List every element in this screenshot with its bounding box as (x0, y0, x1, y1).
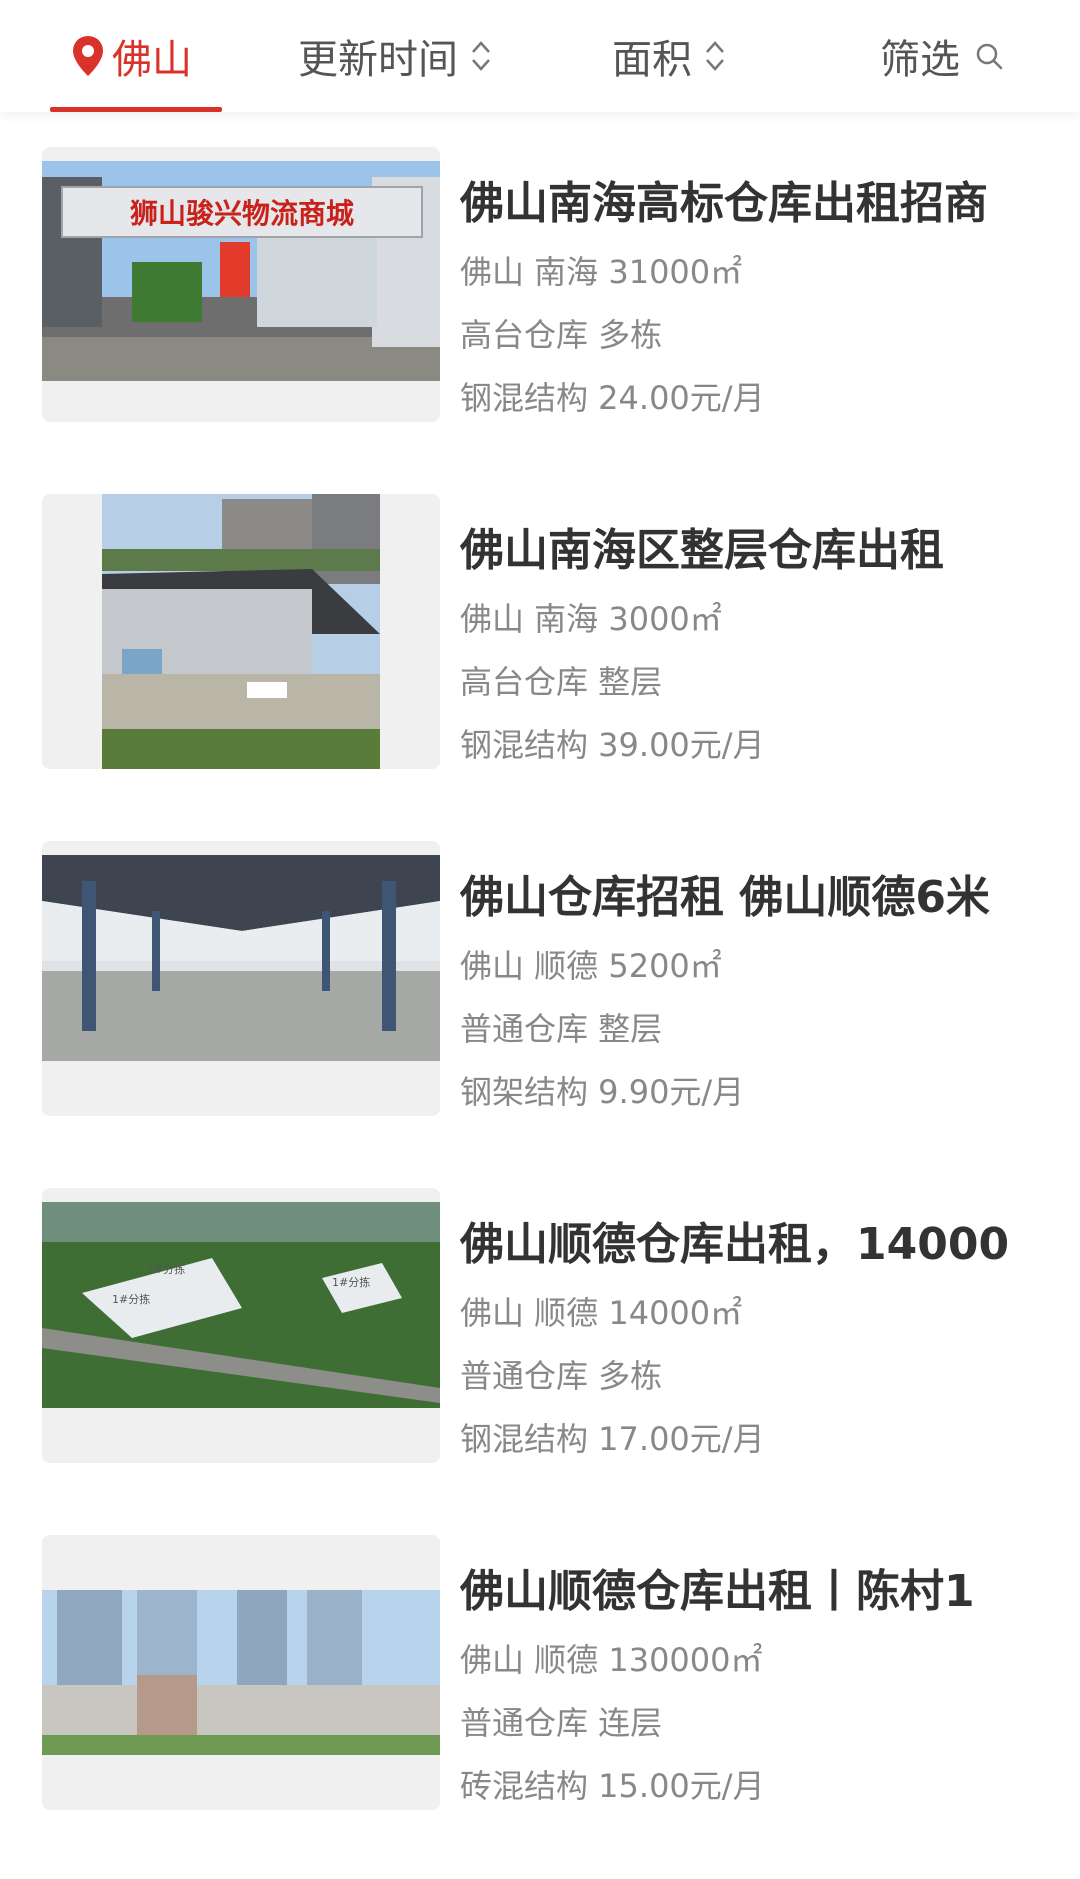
listing-card[interactable]: 佛山仓库招租 佛山顺德6米 佛山 顺德 5200㎡ 普通仓库 整层 钢架结构 9… (0, 841, 1080, 1121)
filter-bar: 佛山 更新时间 面积 筛选 (0, 0, 1080, 112)
listing-type: 普通仓库 多栋 (460, 1357, 663, 1395)
listing-location: 佛山 南海 3000㎡ (460, 600, 722, 638)
sort-updated-label: 更新时间 (298, 37, 458, 83)
listing-price: 钢混结构 39.00元/月 (460, 726, 765, 764)
listing-photo[interactable] (42, 494, 440, 769)
sort-area-label: 面积 (612, 37, 692, 83)
sort-chevrons-icon (472, 41, 490, 71)
listing-location: 佛山 南海 31000㎡ (460, 253, 743, 291)
building-label: 2#分拣 (147, 1262, 185, 1276)
listing-type: 高台仓库 多栋 (460, 316, 663, 354)
city-label: 佛山 (112, 37, 192, 83)
location-pin-icon (73, 36, 103, 76)
listing-type: 普通仓库 整层 (460, 1010, 663, 1048)
listing-card[interactable]: 1#分拣 2#分拣 1#分拣 佛山顺德仓库出租，14000 佛山 顺德 1400… (0, 1188, 1080, 1468)
listing-title[interactable]: 佛山南海高标仓库出租招商 (460, 167, 1040, 231)
building-label: 1#分拣 (332, 1275, 370, 1289)
listing-photo[interactable] (42, 841, 440, 1116)
listing-price: 钢架结构 9.90元/月 (460, 1073, 745, 1111)
search-icon (976, 43, 1003, 70)
listing-type: 普通仓库 连层 (460, 1704, 663, 1742)
filter-label: 筛选 (880, 37, 960, 83)
city-tab[interactable]: 佛山 (50, 0, 222, 112)
listing-price: 砖混结构 15.00元/月 (460, 1767, 765, 1805)
listing-photo[interactable]: 狮山骏兴物流商城 (42, 147, 440, 422)
listing-price: 钢混结构 24.00元/月 (460, 379, 765, 417)
building-label: 1#分拣 (112, 1292, 150, 1306)
listing-photo[interactable] (42, 1535, 440, 1810)
listing-title[interactable]: 佛山仓库招租 佛山顺德6米 (460, 861, 1040, 925)
listing-card[interactable]: 佛山南海区整层仓库出租 佛山 南海 3000㎡ 高台仓库 整层 钢混结构 39.… (0, 494, 1080, 774)
filter-tab[interactable]: 筛选 (880, 0, 1004, 112)
listing-title[interactable]: 佛山顺德仓库出租，14000 (460, 1208, 1040, 1272)
sort-chevrons-icon (706, 41, 724, 71)
listing-card[interactable]: 佛山顺德仓库出租丨陈村1 佛山 顺德 130000㎡ 普通仓库 连层 砖混结构 … (0, 1535, 1080, 1815)
listing-photo[interactable]: 1#分拣 2#分拣 1#分拣 (42, 1188, 440, 1463)
active-tab-underline (50, 107, 222, 112)
listing-location: 佛山 顺德 14000㎡ (460, 1294, 743, 1332)
listing-card[interactable]: 狮山骏兴物流商城 佛山南海高标仓库出租招商 佛山 南海 31000㎡ 高台仓库 … (0, 147, 1080, 427)
listing-title[interactable]: 佛山顺德仓库出租丨陈村1 (460, 1555, 1040, 1619)
sort-updated-tab[interactable]: 更新时间 (298, 0, 492, 112)
listing-type: 高台仓库 整层 (460, 663, 663, 701)
listing-location: 佛山 顺德 5200㎡ (460, 947, 722, 985)
listing-title[interactable]: 佛山南海区整层仓库出租 (460, 514, 1040, 578)
sort-area-tab[interactable]: 面积 (612, 0, 726, 112)
listing-price: 钢混结构 17.00元/月 (460, 1420, 765, 1458)
listing-location: 佛山 顺德 130000㎡ (460, 1641, 763, 1679)
gate-sign-text: 狮山骏兴物流商城 (130, 197, 354, 230)
